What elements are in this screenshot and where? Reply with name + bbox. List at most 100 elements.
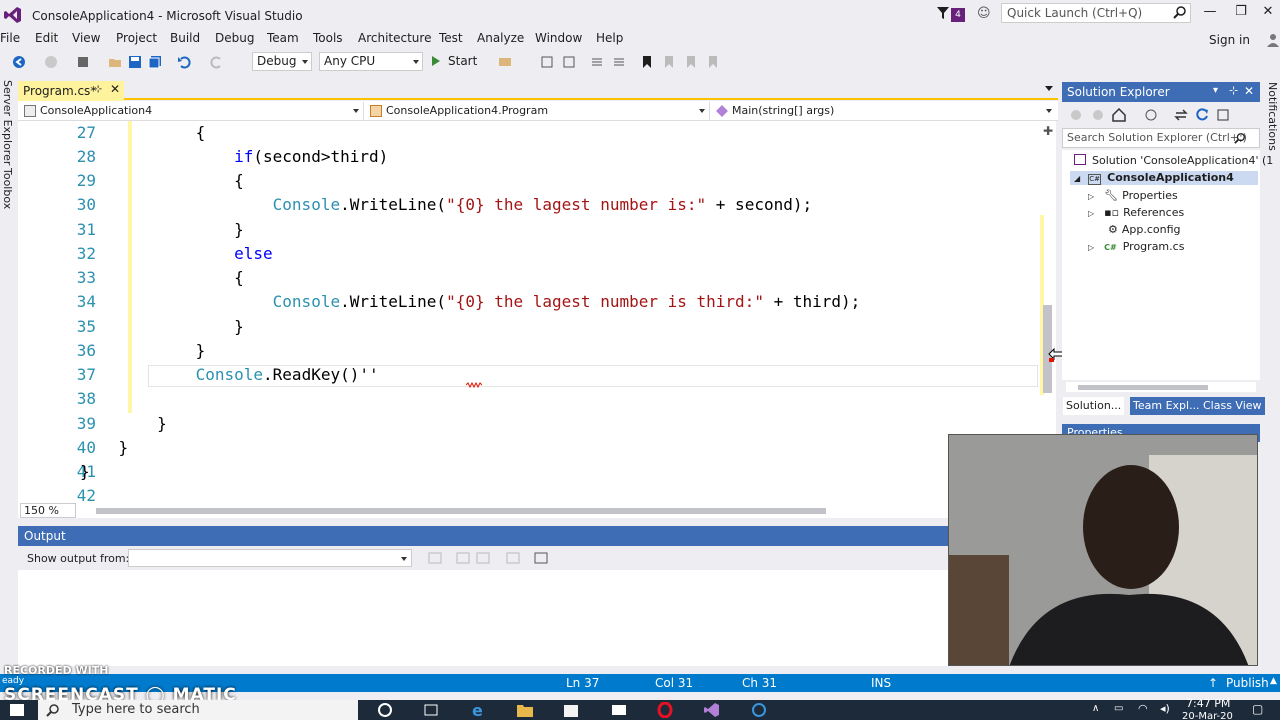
word-wrap-icon[interactable] xyxy=(534,552,548,564)
close-button[interactable]: ✕ xyxy=(1258,4,1278,22)
save-icon[interactable] xyxy=(128,55,142,69)
output-text-area[interactable] xyxy=(18,570,950,666)
mail-icon[interactable] xyxy=(610,702,628,718)
home-icon[interactable] xyxy=(1112,108,1126,122)
clear-bookmarks-icon[interactable] xyxy=(706,55,720,69)
configuration-dropdown[interactable]: Debug xyxy=(252,52,312,71)
menu-debug[interactable]: Debug xyxy=(215,31,254,45)
clock-time[interactable]: 7:47 PM xyxy=(1186,697,1230,710)
forward-icon[interactable] xyxy=(44,55,58,69)
tree-item-solution[interactable]: Solution 'ConsoleApplication4' (1 xyxy=(1074,154,1273,167)
forward-icon[interactable] xyxy=(1092,109,1104,121)
project-dropdown[interactable]: ConsoleApplication4 xyxy=(20,102,364,120)
tab-overflow-icon[interactable] xyxy=(1045,86,1053,91)
cortana-icon[interactable] xyxy=(376,702,394,718)
notifications-tab[interactable]: Notifications xyxy=(1266,82,1279,151)
clock-date[interactable]: 20-Mar-20 xyxy=(1182,711,1233,720)
solution-explorer-search-input[interactable]: Search Solution Explorer (Ctrl+;) xyxy=(1062,128,1260,148)
tab-team-explorer[interactable]: Team Expl... xyxy=(1130,397,1203,415)
scrollbar-thumb[interactable] xyxy=(1078,385,1208,390)
dropdown-icon[interactable]: ▾ xyxy=(1213,85,1218,96)
store-icon[interactable] xyxy=(562,702,580,718)
quick-launch-input[interactable]: Quick Launch (Ctrl+Q) xyxy=(1001,3,1191,23)
action-center-icon[interactable]: ▢ xyxy=(1252,702,1263,716)
step-icon[interactable] xyxy=(540,55,554,69)
taskbar-search-input[interactable]: Type here to search xyxy=(38,700,358,720)
tray-chevron-icon[interactable]: ∧ xyxy=(1092,703,1099,714)
edge-browser-icon[interactable]: e xyxy=(470,702,488,718)
back-icon[interactable] xyxy=(1070,109,1082,121)
menu-architecture[interactable]: Architecture xyxy=(358,31,431,45)
next-message-icon[interactable] xyxy=(476,552,490,564)
sync-icon[interactable] xyxy=(1174,108,1188,122)
redo-icon[interactable] xyxy=(210,55,224,69)
pin-icon[interactable]: ⊹ xyxy=(1229,84,1238,97)
prev-bookmark-icon[interactable] xyxy=(662,55,676,69)
uncomment-icon[interactable] xyxy=(612,55,626,69)
toolbox-tab[interactable]: Toolbox xyxy=(1,168,14,209)
volume-icon[interactable]: ◂) xyxy=(1160,702,1170,715)
outline-icon[interactable] xyxy=(562,55,576,69)
menu-help[interactable]: Help xyxy=(596,31,623,45)
screencast-taskbar-icon[interactable] xyxy=(750,702,768,718)
bookmark-icon[interactable] xyxy=(640,55,654,69)
browser-link-icon[interactable] xyxy=(498,55,512,69)
menu-tools[interactable]: Tools xyxy=(313,31,343,45)
split-plus-icon[interactable]: ✚ xyxy=(1043,124,1053,138)
tree-item-app-config[interactable]: ⚙︎ App.config xyxy=(1108,223,1181,236)
opera-icon[interactable] xyxy=(656,702,674,718)
tree-item-program-cs[interactable]: ▷ C# Program.cs xyxy=(1088,240,1184,253)
tab-class-view[interactable]: Class View xyxy=(1200,397,1265,415)
tab-solution-explorer[interactable]: Solution... xyxy=(1063,397,1125,415)
prev-message-icon[interactable] xyxy=(456,552,470,564)
back-icon[interactable] xyxy=(12,55,26,69)
menu-analyze[interactable]: Analyze xyxy=(477,31,524,45)
menu-window[interactable]: Window xyxy=(535,31,582,45)
menu-file[interactable]: File xyxy=(0,31,20,45)
sign-in-link[interactable]: Sign in xyxy=(1209,33,1250,47)
menu-project[interactable]: Project xyxy=(116,31,157,45)
tree-item-project[interactable]: ◢ C# ConsoleApplication4 xyxy=(1070,171,1258,185)
new-project-icon[interactable] xyxy=(76,55,90,69)
save-all-icon[interactable] xyxy=(148,55,162,69)
platform-dropdown[interactable]: Any CPU xyxy=(319,52,423,71)
account-icon[interactable] xyxy=(1266,31,1280,49)
menu-view[interactable]: View xyxy=(72,31,100,45)
collapse-all-icon[interactable] xyxy=(1216,108,1230,122)
tree-item-properties[interactable]: ▷ 🔧︎ Properties xyxy=(1088,189,1178,202)
notification-badge[interactable]: 4 xyxy=(951,8,965,22)
network-icon[interactable]: ▭ xyxy=(1114,703,1123,714)
solution-explorer-hscrollbar[interactable] xyxy=(1066,382,1256,392)
menu-test[interactable]: Test xyxy=(439,31,463,45)
open-folder-icon[interactable] xyxy=(108,55,122,69)
publish-button[interactable]: Publish xyxy=(1226,676,1269,690)
publish-arrow-icon[interactable]: ↑ xyxy=(1208,676,1218,690)
tab-program-cs[interactable]: Program.cs* xyxy=(18,81,124,101)
pending-changes-icon[interactable] xyxy=(1144,108,1158,122)
filter-icon[interactable] xyxy=(936,6,950,20)
menu-edit[interactable]: Edit xyxy=(35,31,58,45)
output-source-dropdown[interactable] xyxy=(128,549,412,567)
pin-icon[interactable]: ⊹ xyxy=(94,84,102,95)
minimize-button[interactable]: — xyxy=(1200,4,1220,22)
feedback-icon[interactable]: ☺ xyxy=(977,6,991,21)
type-dropdown[interactable]: ConsoleApplication4.Program xyxy=(366,102,710,120)
horizontal-scrollbar-thumb[interactable] xyxy=(96,508,826,514)
maximize-button[interactable]: ❐ xyxy=(1231,4,1251,22)
tree-item-references[interactable]: ▷ ▪▫ References xyxy=(1088,206,1184,219)
visual-studio-taskbar-icon[interactable] xyxy=(703,702,721,718)
refresh-icon[interactable] xyxy=(1195,108,1209,122)
tab-close-icon[interactable]: ✕ xyxy=(110,82,120,96)
search-icon[interactable] xyxy=(1234,132,1246,144)
wifi-icon[interactable]: ◠ xyxy=(1138,702,1148,715)
close-icon[interactable]: ✕ xyxy=(1244,84,1254,98)
chevron-up-icon[interactable]: ▲ xyxy=(1270,676,1277,686)
comment-icon[interactable] xyxy=(590,55,604,69)
start-button[interactable]: Start xyxy=(448,54,477,68)
windows-start-icon[interactable] xyxy=(10,704,24,716)
search-icon[interactable] xyxy=(1173,5,1187,19)
member-dropdown[interactable]: Main(string[] args) xyxy=(712,102,1056,120)
server-explorer-tab[interactable]: Server Explorer xyxy=(1,80,14,165)
start-play-icon[interactable] xyxy=(432,56,440,66)
next-bookmark-icon[interactable] xyxy=(684,55,698,69)
